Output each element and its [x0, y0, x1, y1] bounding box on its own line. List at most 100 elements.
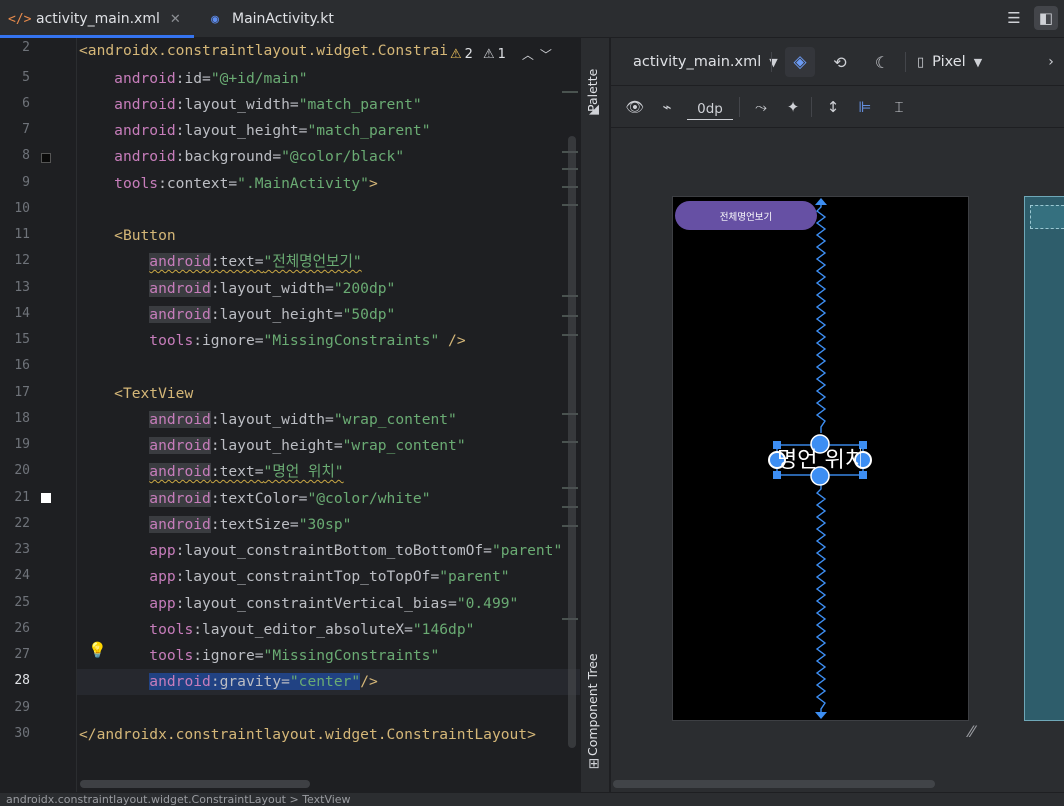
kotlin-file-icon: ◉: [211, 11, 219, 27]
editor-tab-bar: </> activity_main.xml ✕ ◉ MainActivity.k…: [0, 0, 1064, 38]
warning-count: 2: [464, 46, 473, 62]
code-line[interactable]: android:layout_height="wrap_content": [79, 433, 466, 459]
line-number: 26: [14, 621, 30, 636]
component-tree-icon[interactable]: ⊞: [588, 756, 600, 772]
tab-main-activity-kt[interactable]: ◉ MainActivity.kt: [204, 0, 354, 38]
chevron-right-icon[interactable]: ›: [1041, 47, 1061, 77]
design-canvas[interactable]: 전체명언보기 명언 위치 ⁄⁄: [611, 128, 1064, 778]
code-line[interactable]: android:layout_height="50dp": [79, 302, 395, 328]
tab-label: activity_main.xml: [36, 11, 160, 27]
line-number: 12: [14, 253, 30, 268]
color-swatch-white[interactable]: [41, 493, 51, 503]
pack-icon[interactable]: ↕: [819, 92, 847, 122]
align-icon[interactable]: ⊫: [851, 92, 879, 122]
line-number: 5: [22, 70, 30, 85]
code-line[interactable]: android:layout_width="200dp": [79, 276, 395, 302]
line-number-gutter: 2 5 6 7 8 9 10 11 12 13 14 15 16 17 18 1…: [0, 38, 77, 792]
night-mode-icon[interactable]: ☾: [867, 47, 897, 77]
next-highlight-icon[interactable]: ﹀: [540, 46, 552, 63]
bottom-constraint-line: [815, 483, 827, 715]
code-editor[interactable]: 2 5 6 7 8 9 10 11 12 13 14 15 16 17 18 1…: [0, 38, 580, 792]
weak-warning-icon: ⚠: [482, 46, 495, 62]
line-number: 30: [14, 726, 30, 741]
code-line[interactable]: android:textSize="30sp": [79, 512, 351, 538]
previous-highlight-icon[interactable]: ︿: [522, 46, 534, 63]
clear-constraints-icon[interactable]: ⤳: [747, 92, 775, 122]
code-line[interactable]: android:background="@color/black": [79, 144, 404, 170]
code-line[interactable]: android:text="전체명언보기": [79, 249, 362, 275]
line-number: 14: [14, 306, 30, 321]
line-number: 10: [14, 201, 30, 216]
code-line[interactable]: android:textColor="@color/white": [79, 486, 430, 512]
code-line[interactable]: tools:ignore="MissingConstraints" />: [79, 328, 465, 354]
default-margin-selector[interactable]: 0dp: [687, 98, 733, 120]
code-view-icon[interactable]: ☰: [1002, 6, 1026, 30]
code-line[interactable]: <androidx.constraintlayout.widget.Constr…: [79, 38, 448, 64]
top-constraint-line: [815, 201, 827, 433]
line-number: 6: [22, 96, 30, 111]
line-number: 7: [22, 122, 30, 137]
component-tree-tab[interactable]: Component Tree: [585, 646, 607, 756]
orientation-icon[interactable]: ⟲: [825, 47, 855, 77]
code-line[interactable]: android:layout_width="wrap_content": [79, 407, 457, 433]
code-line[interactable]: </androidx.constraintlayout.widget.Const…: [79, 722, 536, 748]
close-icon[interactable]: ✕: [170, 12, 181, 27]
design-toolbar: activity_main.xml ▼ ◈ ⟲ ☾ ▯ Pixel ▼ ›: [611, 38, 1064, 86]
horizontal-scrollbar[interactable]: [80, 780, 310, 788]
code-line[interactable]: android:id="@+id/main": [79, 66, 307, 92]
device-preview[interactable]: 전체명언보기 명언 위치: [672, 196, 969, 721]
code-line[interactable]: app:layout_constraintBottom_toBottomOf="…: [79, 538, 562, 564]
code-line[interactable]: tools:ignore="MissingConstraints": [79, 643, 439, 669]
infer-constraints-icon[interactable]: ✦: [779, 92, 807, 122]
split-view-icon[interactable]: ◧: [1034, 6, 1058, 30]
line-number: 19: [14, 437, 30, 452]
phone-icon: ▯: [917, 54, 925, 70]
resize-device-icon[interactable]: ⁄⁄: [969, 722, 974, 741]
code-line[interactable]: <TextView: [79, 381, 193, 407]
design-blueprint-toggle-icon[interactable]: ◈: [785, 47, 815, 77]
toolbar-divider: [905, 52, 906, 72]
code-line[interactable]: android:layout_height="match_parent": [79, 118, 430, 144]
view-options-icon[interactable]: 👁: [621, 92, 649, 122]
layout-design-panel: activity_main.xml ▼ ◈ ⟲ ☾ ▯ Pixel ▼ › 👁 …: [611, 38, 1064, 792]
line-number: 9: [22, 175, 30, 190]
code-line-current[interactable]: android:gravity="center"/>: [79, 669, 378, 695]
top-anchor-arrow: [815, 198, 827, 205]
code-line[interactable]: app:layout_constraintTop_toTopOf="parent…: [79, 564, 509, 590]
horizontal-scrollbar[interactable]: [613, 780, 935, 788]
line-number: 8: [22, 148, 30, 163]
code-line[interactable]: <Button: [79, 223, 176, 249]
toolbar-divider: [811, 97, 812, 117]
xml-file-icon: </>: [8, 11, 32, 27]
guidelines-icon[interactable]: ⌶: [885, 92, 913, 122]
preview-textview[interactable]: 명언 위치: [777, 446, 861, 476]
line-number-current: 28: [14, 673, 30, 688]
line-number: 29: [14, 700, 30, 715]
layout-file-selector[interactable]: activity_main.xml ▼: [633, 47, 778, 77]
line-number: 22: [14, 516, 30, 531]
line-number: 23: [14, 542, 30, 557]
line-number: 2: [22, 40, 30, 55]
inspection-widget[interactable]: ⚠ 2 ⚠ 1 ︿ ﹀: [450, 42, 578, 66]
line-number: 18: [14, 411, 30, 426]
toolbar-divider: [739, 97, 740, 117]
blueprint-preview[interactable]: [1024, 196, 1064, 721]
code-line[interactable]: android:layout_width="match_parent": [79, 92, 422, 118]
blueprint-button-outline: [1030, 205, 1064, 229]
autoconnect-icon[interactable]: ⌁: [653, 92, 681, 122]
palette-icon[interactable]: ◢: [589, 102, 599, 117]
warning-icon: ⚠: [450, 46, 462, 62]
tab-activity-main-xml[interactable]: </> activity_main.xml ✕: [0, 0, 194, 38]
constraint-toolbar: 👁 ⌁ 0dp ⤳ ✦ ↕ ⊫ ⌶: [611, 86, 1064, 128]
device-selector[interactable]: ▯ Pixel ▼: [917, 47, 982, 77]
device-label: Pixel: [932, 54, 966, 70]
code-line[interactable]: tools:context=".MainActivity">: [79, 171, 378, 197]
code-line[interactable]: app:layout_constraintVertical_bias="0.49…: [79, 591, 518, 617]
line-number: 21: [14, 490, 30, 505]
code-line[interactable]: tools:layout_editor_absoluteX="146dp": [79, 617, 474, 643]
vertical-scrollbar[interactable]: [568, 136, 576, 748]
color-swatch-black[interactable]: [41, 153, 51, 163]
line-number: 25: [14, 595, 30, 610]
code-line[interactable]: android:text="명언 위치": [79, 459, 344, 485]
scroll-marker: [562, 91, 578, 93]
